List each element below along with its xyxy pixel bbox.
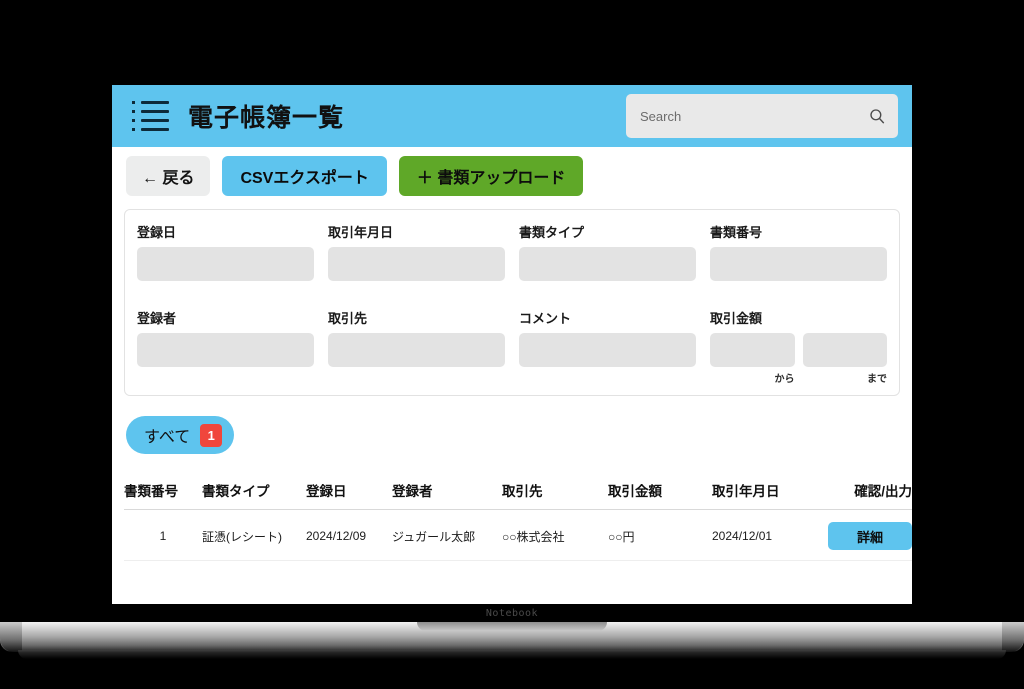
tabs-row: すべて 1 xyxy=(112,396,912,454)
filter-field-registration-date: 登録日 xyxy=(137,222,314,294)
toolbar: ← 戻る CSVエクスポート ＋ 書類アップロード xyxy=(112,147,912,205)
filter-label: 取引年月日 xyxy=(328,225,394,240)
filter-field-document-type: 書類タイプ xyxy=(519,222,696,294)
list-icon[interactable] xyxy=(122,94,176,138)
filter-input-amount-to[interactable] xyxy=(802,333,887,367)
screenshot-stage: 電子帳簿一覧 ← 戻る CSVエクスポート ＋ 書類アップロード 登録日 xyxy=(0,0,1024,689)
cell-registrant: ジュガール太郎 xyxy=(392,509,502,561)
column-header-tx-date[interactable]: 取引年月日 xyxy=(712,480,822,510)
filter-input-document-number[interactable] xyxy=(710,247,887,281)
list-icon-line xyxy=(141,128,169,131)
csv-export-button[interactable]: CSVエクスポート xyxy=(222,156,387,196)
amount-from-wrap: から xyxy=(710,333,795,385)
laptop-edge-left xyxy=(0,622,22,652)
search-input[interactable] xyxy=(626,94,898,138)
laptop-shadow xyxy=(18,650,1006,659)
filter-label: 登録日 xyxy=(137,225,177,240)
column-header-action: 確認/出力 xyxy=(822,480,912,510)
filter-field-document-number: 書類番号 xyxy=(710,222,887,294)
tab-all-label: すべて xyxy=(144,429,191,446)
list-icon-row xyxy=(132,110,176,113)
amount-range-group: から まで xyxy=(710,333,887,385)
filter-label: 書類タイプ xyxy=(519,225,585,240)
filter-label: 取引金額 xyxy=(710,311,763,326)
laptop-base xyxy=(0,622,1024,652)
list-icon-row xyxy=(132,128,176,131)
filter-row-2: 登録者 取引先 コメント 取引金額 から まで xyxy=(137,308,887,385)
table-row[interactable]: 1 証憑(レシート) 2024/12/09 ジュガール太郎 ○○株式会社 ○○円… xyxy=(124,509,912,561)
documents-table: 書類番号 書類タイプ 登録日 登録者 取引先 取引金額 取引年月日 確認/出力 … xyxy=(124,480,912,561)
cell-doc-type: 証憑(レシート) xyxy=(202,509,306,561)
search-container xyxy=(626,94,898,138)
filter-input-amount-from[interactable] xyxy=(710,333,795,367)
table-body: 1 証憑(レシート) 2024/12/09 ジュガール太郎 ○○株式会社 ○○円… xyxy=(124,509,912,561)
cell-doc-no: 1 xyxy=(124,509,202,561)
list-icon-bullet xyxy=(132,101,135,104)
document-upload-button[interactable]: ＋ 書類アップロード xyxy=(398,156,584,196)
detail-button[interactable]: 詳細 xyxy=(828,522,912,550)
filter-field-amount-range: 取引金額 から まで xyxy=(710,308,887,385)
list-icon-row xyxy=(132,101,176,104)
filter-input-document-type[interactable] xyxy=(519,247,696,281)
amount-to-caption: まで xyxy=(867,374,887,385)
filter-field-registrant: 登録者 xyxy=(137,308,314,385)
list-icon-line xyxy=(141,119,169,122)
table-header-row: 書類番号 書類タイプ 登録日 登録者 取引先 取引金額 取引年月日 確認/出力 xyxy=(124,480,912,510)
filter-label: 書類番号 xyxy=(710,225,763,240)
filter-label: コメント xyxy=(519,311,572,326)
amount-to-wrap: まで xyxy=(802,333,887,385)
filter-label: 取引先 xyxy=(328,311,368,326)
filter-field-comment: コメント xyxy=(519,308,696,385)
column-header-amount[interactable]: 取引金額 xyxy=(608,480,712,510)
column-header-partner[interactable]: 取引先 xyxy=(502,480,608,510)
list-icon-bullet xyxy=(132,128,135,131)
filter-input-transaction-date[interactable] xyxy=(328,247,505,281)
table-head: 書類番号 書類タイプ 登録日 登録者 取引先 取引金額 取引年月日 確認/出力 xyxy=(124,480,912,510)
filter-row-1: 登録日 取引年月日 書類タイプ 書類番号 xyxy=(137,222,887,294)
list-icon-bullet xyxy=(132,110,135,113)
app-header: 電子帳簿一覧 xyxy=(112,85,912,147)
filter-field-partner: 取引先 xyxy=(328,308,505,385)
filter-label: 登録者 xyxy=(137,311,177,326)
column-header-doc-type[interactable]: 書類タイプ xyxy=(202,480,306,510)
page-title: 電子帳簿一覧 xyxy=(188,104,345,132)
filter-input-registration-date[interactable] xyxy=(137,247,314,281)
list-icon-line xyxy=(141,101,169,104)
column-header-registrant[interactable]: 登録者 xyxy=(392,480,502,510)
filter-input-registrant[interactable] xyxy=(137,333,314,367)
column-header-reg-date[interactable]: 登録日 xyxy=(306,480,392,510)
tab-all-badge: 1 xyxy=(200,423,223,447)
tab-all[interactable]: すべて 1 xyxy=(126,416,235,454)
list-icon-bullet xyxy=(132,119,135,122)
cell-action: 詳細 xyxy=(822,509,912,561)
filter-field-transaction-date: 取引年月日 xyxy=(328,222,505,294)
device-label: Notebook xyxy=(485,608,539,619)
list-icon-line xyxy=(141,110,169,113)
cell-partner: ○○株式会社 xyxy=(502,509,608,561)
filter-input-partner[interactable] xyxy=(328,333,505,367)
filter-panel: 登録日 取引年月日 書類タイプ 書類番号 登録者 取引先 コメント 取引金額 か… xyxy=(124,209,900,396)
column-header-doc-no[interactable]: 書類番号 xyxy=(124,480,202,510)
documents-table-wrapper: 書類番号 書類タイプ 登録日 登録者 取引先 取引金額 取引年月日 確認/出力 … xyxy=(112,454,912,561)
amount-from-caption: から xyxy=(774,374,795,385)
cell-amount: ○○円 xyxy=(608,509,712,561)
back-button[interactable]: ← 戻る xyxy=(126,156,211,196)
laptop-screen: 電子帳簿一覧 ← 戻る CSVエクスポート ＋ 書類アップロード 登録日 xyxy=(112,85,912,604)
cell-tx-date: 2024/12/01 xyxy=(712,509,822,561)
cell-reg-date: 2024/12/09 xyxy=(306,509,392,561)
list-icon-row xyxy=(132,119,176,122)
filter-input-comment[interactable] xyxy=(519,333,696,367)
